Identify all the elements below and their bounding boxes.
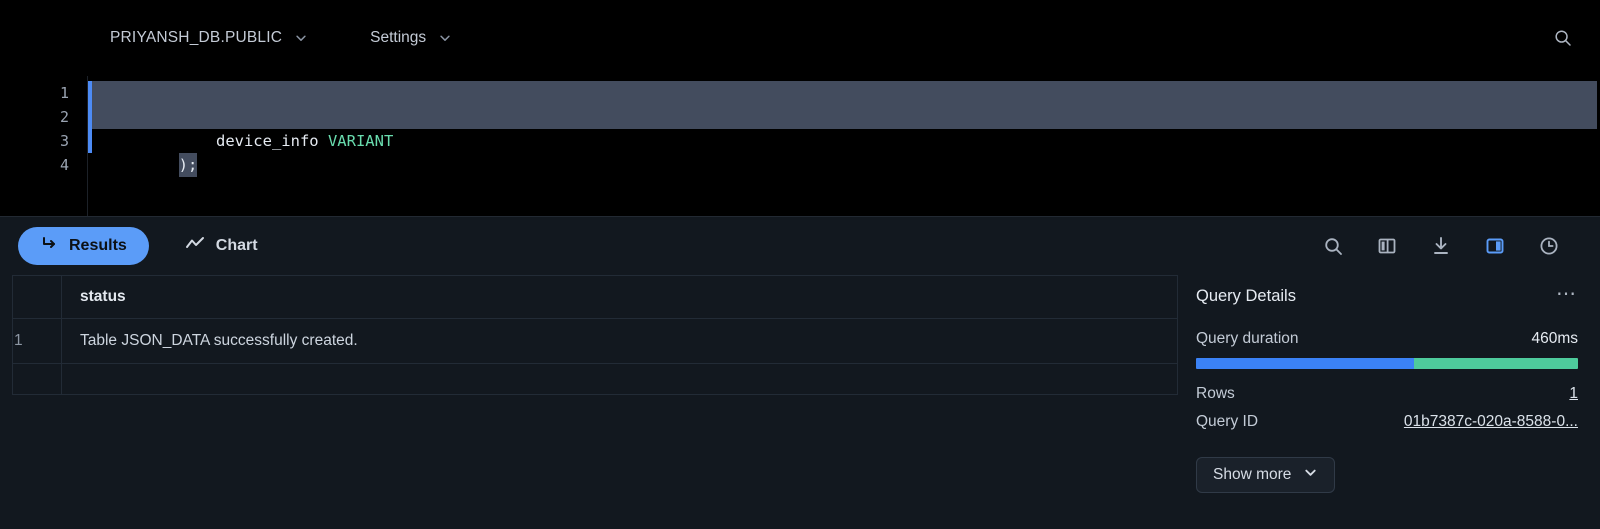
show-more-button[interactable]: Show more xyxy=(1196,457,1336,493)
settings-selector[interactable]: Settings xyxy=(370,29,452,47)
code-line-2[interactable]: device_info VARIANT xyxy=(88,105,1597,150)
code-area[interactable]: CREATE OR REPLACE TABLE json_data ( devi… xyxy=(88,76,1600,216)
duration-bar-segment-compile xyxy=(1196,358,1414,369)
results-grid[interactable]: status 1 Table JSON_DATA successfully cr… xyxy=(12,275,1178,529)
table-row[interactable]: 1 Table JSON_DATA successfully created. xyxy=(12,318,1178,364)
query-id-value-link[interactable]: 01b7387c-020a-8588-0... xyxy=(1404,413,1578,431)
ellipsis-icon[interactable]: ⋯ xyxy=(1556,284,1578,305)
return-arrow-icon xyxy=(40,235,58,258)
results-panel: Results Chart status 1 Table JSON_DATA s… xyxy=(0,216,1600,529)
line-number: 1 xyxy=(59,84,69,102)
rows-label: Rows xyxy=(1196,385,1235,402)
line-number: 2 xyxy=(59,108,69,126)
query-duration-bar xyxy=(1196,358,1578,369)
query-duration-value: 460ms xyxy=(1531,330,1578,347)
search-icon[interactable] xyxy=(1320,233,1346,259)
query-id-label: Query ID xyxy=(1196,413,1259,430)
search-icon[interactable] xyxy=(1550,25,1576,51)
chevron-down-icon xyxy=(1303,465,1318,485)
results-table: status 1 Table JSON_DATA successfully cr… xyxy=(12,275,1178,395)
chevron-down-icon xyxy=(438,31,452,45)
results-body: status 1 Table JSON_DATA successfully cr… xyxy=(0,275,1600,529)
line-number: 3 xyxy=(59,132,69,150)
code-line-3[interactable]: ); xyxy=(88,129,1600,177)
selection-indicator-bar xyxy=(88,81,92,153)
table-header: status xyxy=(12,275,1178,319)
results-toolbar: Results Chart xyxy=(0,217,1600,275)
history-clock-icon[interactable] xyxy=(1536,233,1562,259)
table-header-row: status xyxy=(12,275,1178,319)
code-line-1[interactable]: CREATE OR REPLACE TABLE json_data ( xyxy=(88,81,1597,126)
cell-empty xyxy=(61,363,1178,395)
settings-label: Settings xyxy=(370,29,427,46)
sql-worksheet-app: PRIYANSH_DB.PUBLIC Settings 1 2 3 4 devi… xyxy=(0,0,1600,529)
line-number: 4 xyxy=(59,156,69,174)
query-id-row: Query ID 01b7387c-020a-8588-0... xyxy=(1196,413,1578,431)
row-index: 1 xyxy=(12,318,62,364)
tab-chart-label: Chart xyxy=(215,237,258,254)
query-duration-label: Query duration xyxy=(1196,330,1299,347)
download-icon[interactable] xyxy=(1428,233,1454,259)
show-more-label: Show more xyxy=(1213,466,1292,483)
tab-results[interactable]: Results xyxy=(18,227,149,265)
code-line-4[interactable] xyxy=(88,153,1600,177)
cell-status[interactable]: Table JSON_DATA successfully created. xyxy=(61,318,1178,364)
row-index-empty xyxy=(12,363,62,395)
query-details-panel: Query Details ⋯ Query duration 460ms Row… xyxy=(1178,275,1600,529)
duration-bar-segment-execute xyxy=(1413,358,1578,369)
row-index-header xyxy=(12,275,62,319)
columns-icon[interactable] xyxy=(1374,233,1400,259)
tab-results-label: Results xyxy=(69,237,127,254)
rows-value-link[interactable]: 1 xyxy=(1569,385,1578,403)
query-details-header: Query Details ⋯ xyxy=(1196,284,1578,306)
split-panel-icon[interactable] xyxy=(1482,233,1508,259)
query-duration-row: Query duration 460ms xyxy=(1196,330,1578,348)
chevron-down-icon xyxy=(294,31,308,45)
line-chart-icon xyxy=(185,235,205,258)
database-context-selector[interactable]: PRIYANSH_DB.PUBLIC xyxy=(110,29,308,47)
top-bar: PRIYANSH_DB.PUBLIC Settings xyxy=(0,0,1600,76)
tab-chart[interactable]: Chart xyxy=(167,227,276,265)
sql-editor[interactable]: 1 2 3 4 CREATE OR REPLACE TABLE json_dat… xyxy=(0,76,1600,216)
rows-row: Rows 1 xyxy=(1196,385,1578,403)
query-details-title: Query Details xyxy=(1196,287,1296,305)
table-body: 1 Table JSON_DATA successfully created. xyxy=(12,318,1178,395)
column-header-status[interactable]: status xyxy=(61,275,1178,319)
line-number-gutter: 1 2 3 4 xyxy=(0,76,88,216)
database-context-label: PRIYANSH_DB.PUBLIC xyxy=(110,29,283,46)
table-row-empty xyxy=(12,363,1178,395)
